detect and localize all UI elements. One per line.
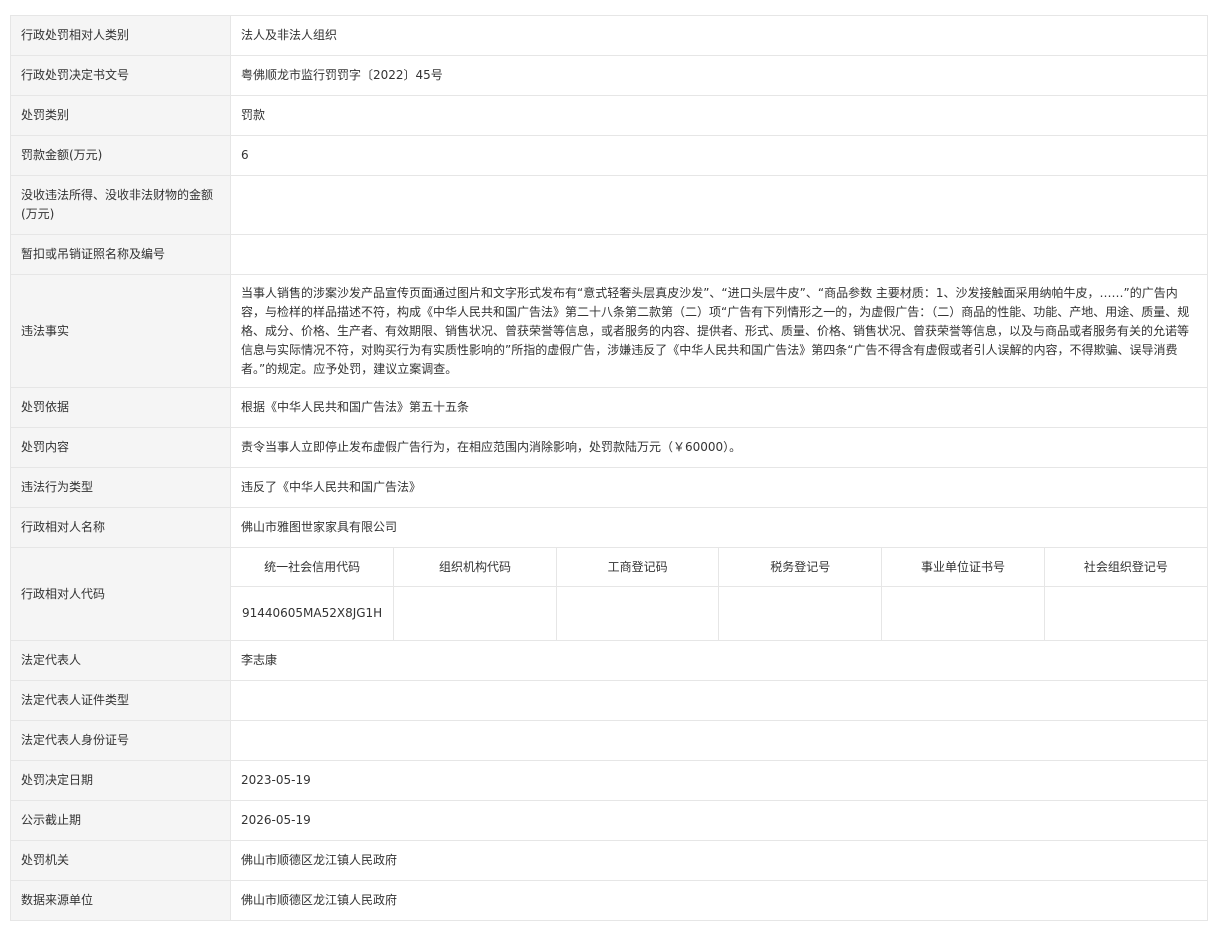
row-label-publicity-deadline: 公示截止期 [10,800,231,841]
row-label-fine-amount: 罚款金额(万元) [10,135,231,176]
row-value-decision-number: 粤佛顺龙市监行罚罚字〔2022〕45号 [230,55,1208,96]
row-label-party-category: 行政处罚相对人类别 [10,15,231,56]
row-value-data-source: 佛山市顺德区龙江镇人民政府 [230,880,1208,921]
row-value-publicity-deadline: 2026-05-19 [230,800,1208,841]
row-label-penalty-content: 处罚内容 [10,427,231,468]
row-value-representative-id-number [230,720,1208,761]
code-header-business-registration: 工商登记码 [555,548,719,588]
code-header-institution-certificate: 事业单位证书号 [881,548,1045,588]
row-label-decision-date: 处罚决定日期 [10,760,231,801]
row-label-penalty-authority: 处罚机关 [10,840,231,881]
party-code-table: 统一社会信用代码 组织机构代码 工商登记码 税务登记号 事业单位证书号 社会组织… [231,548,1207,640]
row-label-legal-representative: 法定代表人 [10,640,231,681]
row-value-penalty-authority: 佛山市顺德区龙江镇人民政府 [230,840,1208,881]
row-label-decision-number: 行政处罚决定书文号 [10,55,231,96]
party-code-header-row: 统一社会信用代码 组织机构代码 工商登记码 税务登记号 事业单位证书号 社会组织… [231,548,1207,588]
row-label-party-code: 行政相对人代码 [10,547,231,641]
row-label-representative-id-type: 法定代表人证件类型 [10,680,231,721]
table-row: 行政相对人名称 佛山市雅图世家家具有限公司 [10,507,1208,548]
row-label-penalty-basis: 处罚依据 [10,387,231,428]
row-value-penalty-content: 责令当事人立即停止发布虚假广告行为，在相应范围内消除影响，处罚款陆万元（￥600… [230,427,1208,468]
row-value-violation-facts: 当事人销售的涉案沙发产品宣传页面通过图片和文字形式发布有“意式轻奢头层真皮沙发”… [230,274,1208,388]
table-row: 法定代表人 李志康 [10,640,1208,681]
row-value-license-suspension [230,234,1208,275]
row-label-violation-type: 违法行为类型 [10,467,231,508]
table-row: 处罚内容 责令当事人立即停止发布虚假广告行为，在相应范围内消除影响，处罚款陆万元… [10,427,1208,468]
row-value-legal-representative: 李志康 [230,640,1208,681]
row-value-representative-id-type [230,680,1208,721]
table-row: 行政处罚决定书文号 粤佛顺龙市监行罚罚字〔2022〕45号 [10,55,1208,96]
table-row: 公示截止期 2026-05-19 [10,800,1208,841]
table-row: 违法事实 当事人销售的涉案沙发产品宣传页面通过图片和文字形式发布有“意式轻奢头层… [10,274,1208,388]
table-row: 法定代表人证件类型 [10,680,1208,721]
row-value-fine-amount: 6 [230,135,1208,176]
row-value-confiscation-amount [230,175,1208,235]
table-row: 暂扣或吊销证照名称及编号 [10,234,1208,275]
code-value-credit: 91440605MA52X8JG1H [241,606,383,621]
row-value-party-name: 佛山市雅图世家家具有限公司 [230,507,1208,548]
code-value-tax-registration [718,586,882,640]
row-label-party-name: 行政相对人名称 [10,507,231,548]
row-label-penalty-type: 处罚类别 [10,95,231,136]
code-header-organization: 组织机构代码 [393,548,557,588]
row-label-confiscation-amount: 没收违法所得、没收非法财物的金额(万元) [10,175,231,235]
code-value-business-registration [555,586,719,640]
penalty-info-table: 行政处罚相对人类别 法人及非法人组织 行政处罚决定书文号 粤佛顺龙市监行罚罚字〔… [10,15,1208,921]
row-value-penalty-type: 罚款 [230,95,1208,136]
table-row: 处罚依据 根据《中华人民共和国广告法》第五十五条 [10,387,1208,428]
code-value-organization [393,586,557,640]
table-row: 违法行为类型 违反了《中华人民共和国广告法》 [10,467,1208,508]
code-header-tax-registration: 税务登记号 [718,548,882,588]
code-header-credit: 统一社会信用代码 [231,548,394,588]
row-label-representative-id-number: 法定代表人身份证号 [10,720,231,761]
table-row: 法定代表人身份证号 [10,720,1208,761]
code-header-social-organization: 社会组织登记号 [1043,548,1207,588]
table-row: 没收违法所得、没收非法财物的金额(万元) [10,175,1208,235]
code-value-social-organization [1043,586,1207,640]
table-row: 处罚类别 罚款 [10,95,1208,136]
code-value-institution-certificate [881,586,1045,640]
penalty-info-panel: 行政处罚相对人类别 法人及非法人组织 行政处罚决定书文号 粤佛顺龙市监行罚罚字〔… [10,15,1208,921]
row-label-data-source: 数据来源单位 [10,880,231,921]
row-value-decision-date: 2023-05-19 [230,760,1208,801]
row-value-penalty-basis: 根据《中华人民共和国广告法》第五十五条 [230,387,1208,428]
party-code-cell: 统一社会信用代码 组织机构代码 工商登记码 税务登记号 事业单位证书号 社会组织… [230,547,1208,641]
row-value-party-category: 法人及非法人组织 [230,15,1208,56]
table-row: 行政相对人代码 统一社会信用代码 组织机构代码 工商登记码 税务登记号 事业单位… [10,547,1208,641]
table-row: 数据来源单位 佛山市顺德区龙江镇人民政府 [10,880,1208,921]
row-label-license-suspension: 暂扣或吊销证照名称及编号 [10,234,231,275]
table-row: 处罚决定日期 2023-05-19 [10,760,1208,801]
table-row: 行政处罚相对人类别 法人及非法人组织 [10,15,1208,56]
party-code-value-row: 91440605MA52X8JG1H [231,586,1207,640]
table-row: 罚款金额(万元) 6 [10,135,1208,176]
row-value-violation-type: 违反了《中华人民共和国广告法》 [230,467,1208,508]
row-label-violation-facts: 违法事实 [10,274,231,388]
table-row: 处罚机关 佛山市顺德区龙江镇人民政府 [10,840,1208,881]
